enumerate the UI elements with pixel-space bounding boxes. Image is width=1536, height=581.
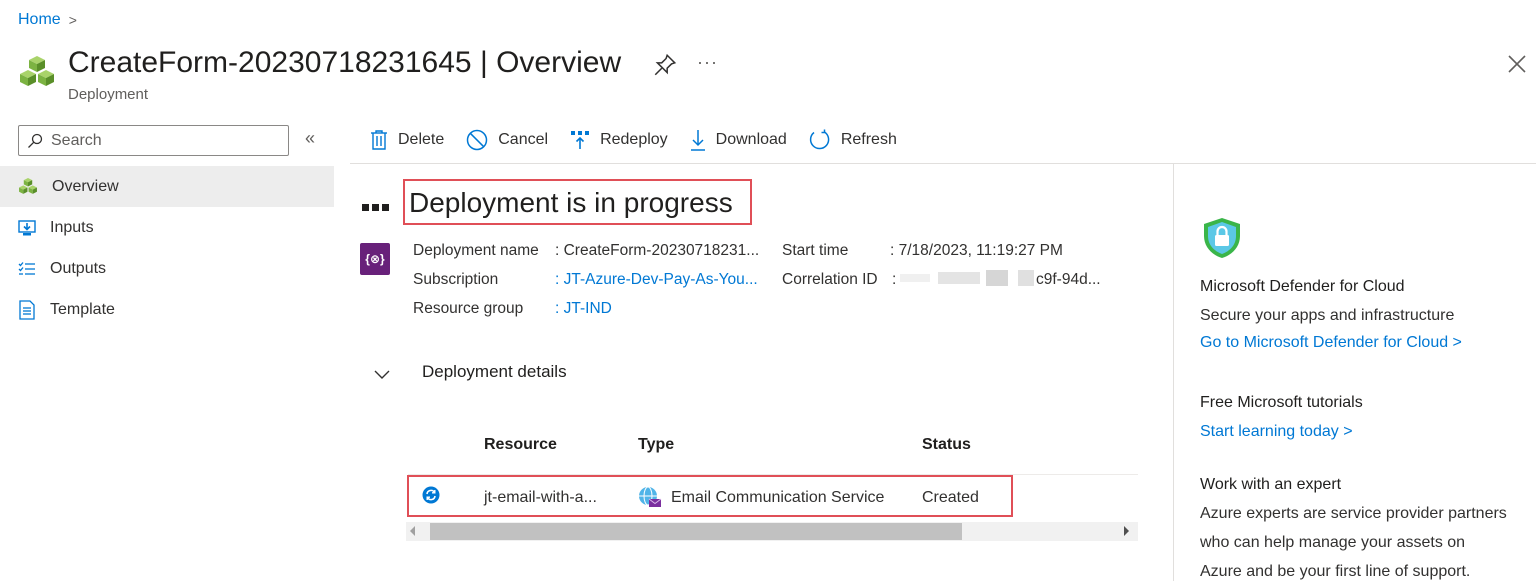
cancel-label: Cancel [498, 131, 549, 148]
download-label: Download [715, 131, 787, 148]
column-header-resource: Resource [484, 436, 557, 453]
defender-description: Secure your apps and infrastructure [1200, 307, 1455, 324]
cancel-button[interactable]: Cancel [466, 129, 548, 151]
search-placeholder: Search [51, 131, 102, 149]
sync-status-icon [422, 486, 440, 504]
redacted-blur [900, 268, 1034, 288]
delete-label: Delete [398, 131, 445, 148]
deployment-name-label: Deployment name [413, 242, 539, 259]
redeploy-label: Redeploy [600, 131, 668, 148]
refresh-button[interactable]: Refresh [809, 129, 897, 151]
resource-group-label: Resource group [413, 300, 524, 317]
defender-link[interactable]: Go to Microsoft Defender for Cloud > [1200, 334, 1462, 352]
download-icon [690, 130, 705, 151]
redeploy-button[interactable]: Redeploy [570, 130, 668, 150]
sidebar-item-inputs[interactable]: Inputs [0, 207, 334, 248]
tutorials-link[interactable]: Start learning today > [1200, 423, 1353, 441]
defender-shield-icon [1204, 218, 1240, 258]
expert-text-line: who can help manage your assets on [1200, 534, 1466, 551]
expert-title: Work with an expert [1200, 476, 1342, 493]
correlation-id-label: Correlation ID [782, 271, 878, 288]
right-panel-divider [1173, 164, 1174, 581]
download-button[interactable]: Download [690, 129, 787, 151]
sidebar-item-overview[interactable]: Overview [0, 166, 334, 207]
sidebar-item-label: Template [50, 300, 115, 318]
inputs-icon [18, 219, 36, 235]
correlation-id-colon: : [892, 271, 897, 288]
correlation-id-value: c9f-94d... [1036, 271, 1101, 288]
sidebar-nav: Overview Inputs Outputs Template [0, 166, 334, 330]
sidebar-item-label: Overview [52, 177, 119, 195]
refresh-label: Refresh [840, 131, 897, 148]
breadcrumb-separator: > [68, 12, 77, 28]
deployment-cubes-icon [20, 56, 54, 86]
redeploy-icon [571, 131, 590, 149]
page-subtitle: Deployment [68, 86, 149, 103]
search-icon [28, 133, 43, 148]
sidebar-item-label: Outputs [50, 259, 107, 277]
breadcrumb: Home > [18, 11, 77, 29]
page-title: CreateForm-20230718231645 | Overview [68, 46, 621, 80]
sidebar-item-label: Inputs [50, 218, 94, 236]
scroll-right-icon[interactable] [1124, 526, 1129, 536]
column-header-type: Type [638, 436, 675, 453]
deployment-cubes-icon [19, 177, 37, 194]
subscription-label: Subscription [413, 271, 499, 288]
column-header-status: Status [922, 436, 971, 453]
tutorials-title: Free Microsoft tutorials [1200, 394, 1363, 411]
trash-icon [371, 130, 387, 150]
deployment-details-title[interactable]: Deployment details [422, 362, 567, 382]
breadcrumb-home-link[interactable]: Home [18, 11, 61, 29]
resource-type-cell: Email Communication Service [671, 489, 885, 506]
close-icon[interactable] [1505, 52, 1529, 76]
resource-status-cell: Created [922, 489, 979, 506]
pin-icon[interactable] [652, 52, 678, 78]
delete-button[interactable]: Delete [370, 130, 444, 150]
defender-title: Microsoft Defender for Cloud [1200, 278, 1405, 295]
resource-name-cell[interactable]: jt-email-with-a... [484, 489, 597, 507]
page-title-separator: | [479, 46, 488, 79]
collapse-sidebar-button[interactable]: « [305, 128, 315, 149]
outputs-list-icon [18, 261, 35, 275]
sidebar-item-template[interactable]: Template [0, 289, 334, 330]
scroll-left-icon[interactable] [410, 526, 415, 536]
cancel-circle-icon [467, 129, 488, 151]
subscription-link[interactable]: : JT-Azure-Dev-Pay-As-You... [555, 271, 758, 289]
sidebar-item-outputs[interactable]: Outputs [0, 248, 334, 289]
toolbar-divider [350, 163, 1536, 164]
deployment-status-heading: Deployment is in progress [403, 179, 752, 225]
command-bar: Delete Cancel Redeploy Download Refresh [370, 126, 919, 154]
page-title-name: CreateForm-20230718231645 [68, 46, 472, 79]
deployment-name-value: : CreateForm-20230718231... [555, 242, 760, 259]
more-options-button[interactable]: ··· [697, 52, 718, 73]
start-time-label: Start time [782, 242, 849, 259]
chevron-down-icon[interactable] [372, 364, 392, 384]
deployment-resource-icon: {⊗} [360, 243, 390, 275]
scrollbar-thumb[interactable] [430, 523, 962, 540]
page-title-section: Overview [496, 46, 622, 79]
resource-group-link[interactable]: : JT-IND [555, 300, 612, 318]
in-progress-dots-icon [362, 204, 389, 211]
template-document-icon [19, 299, 35, 320]
start-time-value: : 7/18/2023, 11:19:27 PM [890, 242, 1063, 259]
expert-text-line: Azure and be your first line of support. [1200, 563, 1471, 580]
expert-text-line: Azure experts are service provider partn… [1200, 505, 1507, 522]
search-input[interactable]: Search [18, 125, 289, 156]
refresh-icon [809, 129, 830, 150]
email-communication-service-icon [639, 486, 662, 507]
